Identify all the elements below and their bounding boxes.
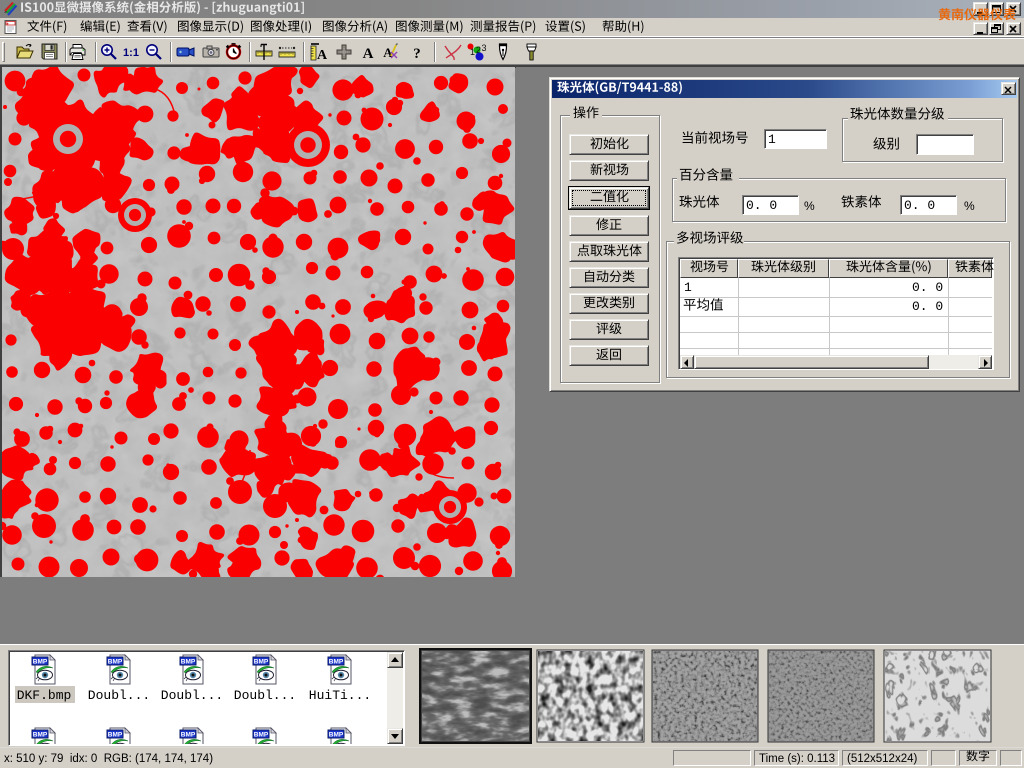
svg-text:A: A: [317, 48, 328, 62]
svg-text:BMP: BMP: [254, 732, 269, 739]
svg-text:3: 3: [482, 43, 487, 53]
svg-text:BMP: BMP: [33, 732, 48, 739]
svg-text:BMP: BMP: [33, 659, 48, 666]
svg-text:BMP: BMP: [181, 659, 196, 666]
svg-text:BMP: BMP: [181, 732, 196, 739]
svg-text:?: ?: [413, 46, 421, 62]
svg-text:BMP: BMP: [108, 659, 123, 666]
svg-text:BMP: BMP: [329, 732, 344, 739]
svg-text:A: A: [363, 46, 374, 62]
svg-text:1:1: 1:1: [123, 47, 139, 59]
svg-text:BMP: BMP: [254, 659, 269, 666]
svg-text:BMP: BMP: [329, 659, 344, 666]
svg-text:BMP: BMP: [108, 732, 123, 739]
